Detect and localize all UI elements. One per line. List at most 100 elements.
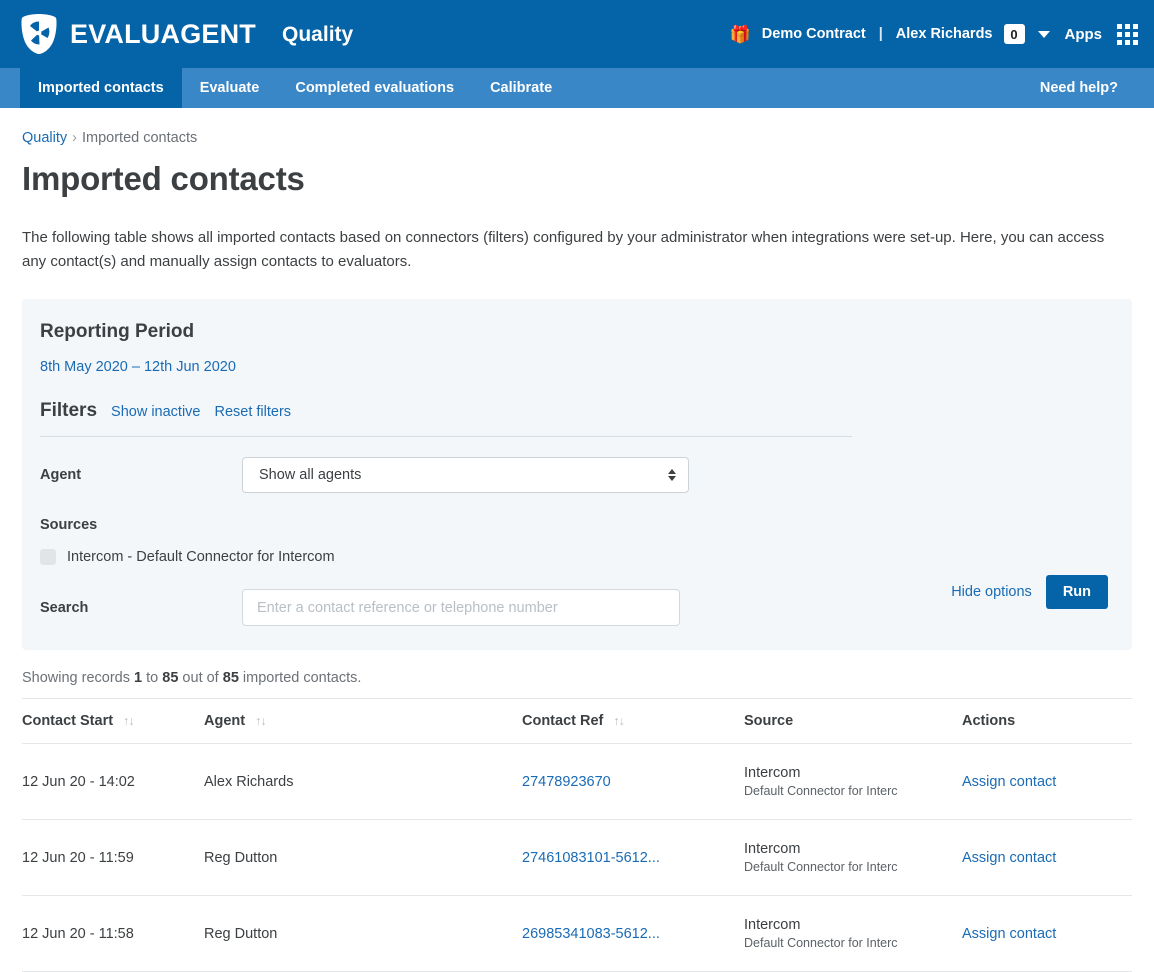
reporting-period-value[interactable]: 8th May 2020 – 12th Jun 2020 — [40, 359, 236, 375]
cell-actions: Assign contact — [962, 895, 1132, 972]
need-help-label: Need help? — [1039, 80, 1118, 96]
filter-card: Reporting Period 8th May 2020 – 12th Jun… — [22, 299, 1132, 651]
gift-icon[interactable]: 🎁 — [730, 26, 751, 43]
brand-product: Quality — [282, 22, 354, 46]
contact-ref-link[interactable]: 27461083101-5612... — [522, 850, 660, 866]
cell-actions: Assign contact — [962, 819, 1132, 897]
agent-filter-label: Agent — [40, 467, 82, 484]
breadcrumb: Quality › Imported contacts — [22, 108, 1132, 146]
records-to: 85 — [162, 670, 179, 687]
account-separator: | — [878, 26, 883, 42]
agent-filter-row: Agent Show all agents — [40, 457, 1106, 494]
source-checkbox-row[interactable]: Intercom - Default Connector for Interco… — [40, 549, 1106, 566]
hide-options-link[interactable]: Hide options — [951, 584, 1032, 600]
filters-divider — [40, 436, 852, 438]
source-connector: Default Connector for Interc — [744, 936, 898, 951]
imported-contacts-table: Contact Start ↑↓ Agent ↑↓ Contact Ref ↑↓ — [22, 698, 1132, 972]
sources-label: Sources — [40, 517, 98, 534]
source-name: Intercom — [744, 765, 801, 782]
sort-icon[interactable]: ↑↓ — [123, 714, 134, 728]
source-name: Intercom — [744, 841, 801, 858]
records-total: 85 — [222, 670, 239, 687]
reporting-period-heading: Reporting Period — [40, 321, 195, 343]
contact-ref-link[interactable]: 27478923670 — [522, 774, 611, 790]
agent-select[interactable]: Show all agents — [242, 457, 689, 494]
source-label: Intercom - Default Connector for Interco… — [67, 549, 335, 566]
primary-nav: Imported contacts Evaluate Completed eva… — [0, 68, 1154, 108]
column-header-agent[interactable]: Agent ↑↓ — [204, 698, 522, 745]
account-user[interactable]: Alex Richards — [896, 26, 993, 42]
cell-source: Intercom Default Connector for Interc — [744, 743, 962, 821]
search-label: Search — [40, 599, 89, 616]
nav-label: Imported contacts — [38, 80, 164, 96]
records-from: 1 — [134, 670, 143, 687]
breadcrumb-link-quality[interactable]: Quality — [22, 130, 67, 146]
records-mid1: to — [142, 670, 163, 687]
assign-contact-link[interactable]: Assign contact — [962, 774, 1056, 790]
cell-contact-ref: 26985341083-5612... — [522, 895, 744, 972]
show-inactive-link[interactable]: Show inactive — [111, 404, 200, 420]
agent-select-value: Show all agents — [259, 467, 362, 484]
nav-item-calibrate[interactable]: Calibrate — [472, 68, 570, 108]
reset-filters-link[interactable]: Reset filters — [215, 404, 292, 420]
brand-name: EVALUAGENT — [70, 18, 257, 49]
brand-block[interactable]: EVALUAGENT Quality — [20, 13, 353, 55]
records-summary: Showing records 1 to 85 out of 85 import… — [22, 670, 1132, 686]
records-suffix: imported contacts. — [238, 670, 362, 687]
table-body: 12 Jun 20 - 14:02 Alex Richards 27478923… — [22, 743, 1132, 972]
cell-contact-ref: 27478923670 — [522, 743, 744, 821]
run-button[interactable]: Run — [1045, 575, 1108, 610]
cell-agent: Reg Dutton — [204, 819, 522, 897]
source-name: Intercom — [744, 917, 801, 934]
table-row: 12 Jun 20 - 14:02 Alex Richards 27478923… — [22, 743, 1132, 821]
cell-contact-ref: 27461083101-5612... — [522, 819, 744, 897]
filter-card-actions: Hide options Run — [951, 575, 1108, 610]
page-body: Quality › Imported contacts Imported conta… — [0, 108, 1154, 972]
search-input[interactable] — [242, 589, 680, 627]
cell-contact-start: 12 Jun 20 - 14:02 — [22, 743, 204, 821]
source-checkbox[interactable] — [40, 549, 56, 566]
assign-contact-link[interactable]: Assign contact — [962, 850, 1056, 866]
nav-right: Need help? — [1022, 68, 1154, 108]
table-row: 12 Jun 20 - 11:58 Reg Dutton 26985341083… — [22, 895, 1132, 972]
cell-source: Intercom Default Connector for Interc — [744, 895, 962, 972]
nav-label: Completed evaluations — [295, 80, 455, 96]
sort-icon[interactable]: ↑↓ — [613, 714, 624, 728]
cell-contact-start: 12 Jun 20 - 11:58 — [22, 895, 204, 972]
apps-grid-icon[interactable] — [1117, 23, 1138, 45]
cell-actions: Assign contact — [962, 743, 1132, 821]
records-mid2: out of — [178, 670, 223, 687]
cell-contact-start: 12 Jun 20 - 11:59 — [22, 819, 204, 897]
notification-count-badge[interactable]: 0 — [1003, 24, 1025, 44]
column-label: Contact Start — [22, 713, 114, 730]
table-row: 12 Jun 20 - 11:59 Reg Dutton 27461083101… — [22, 819, 1132, 897]
nav-label: Calibrate — [490, 80, 553, 96]
column-label: Agent — [204, 713, 246, 730]
sort-icon[interactable]: ↑↓ — [255, 714, 266, 728]
assign-contact-link[interactable]: Assign contact — [962, 926, 1056, 942]
chevron-down-icon[interactable] — [1037, 30, 1050, 38]
breadcrumb-separator: › — [72, 130, 77, 146]
cell-agent: Alex Richards — [204, 743, 522, 821]
nav-item-imported-contacts[interactable]: Imported contacts — [20, 68, 182, 108]
column-label: Source — [744, 713, 794, 730]
page-title: Imported contacts — [22, 160, 305, 197]
evaluagent-shield-logo-icon — [21, 14, 57, 54]
column-header-contact-ref[interactable]: Contact Ref ↑↓ — [522, 698, 744, 745]
nav-item-evaluate[interactable]: Evaluate — [182, 68, 278, 108]
column-label: Actions — [962, 713, 1016, 730]
contact-ref-link[interactable]: 26985341083-5612... — [522, 926, 660, 942]
column-header-contact-start[interactable]: Contact Start ↑↓ — [22, 698, 204, 745]
nav-item-completed-evaluations[interactable]: Completed evaluations — [277, 68, 472, 108]
top-brand-bar: EVALUAGENT Quality 🎁 Demo Contract | Ale… — [0, 0, 1154, 68]
nav-label: Evaluate — [199, 80, 260, 96]
account-contract[interactable]: Demo Contract — [762, 26, 866, 42]
cell-source: Intercom Default Connector for Interc — [744, 819, 962, 897]
source-connector: Default Connector for Interc — [744, 860, 898, 875]
apps-label[interactable]: Apps — [1065, 26, 1103, 43]
nav-item-need-help[interactable]: Need help? — [1022, 68, 1136, 108]
table-head: Contact Start ↑↓ Agent ↑↓ Contact Ref ↑↓ — [22, 698, 1132, 745]
filters-heading-row: Filters Show inactive Reset filters — [40, 400, 1106, 422]
page-description: The following table shows all imported c… — [22, 229, 1105, 270]
topbar-right-cluster: 🎁 Demo Contract | Alex Richards 0 Apps — [730, 23, 1138, 45]
